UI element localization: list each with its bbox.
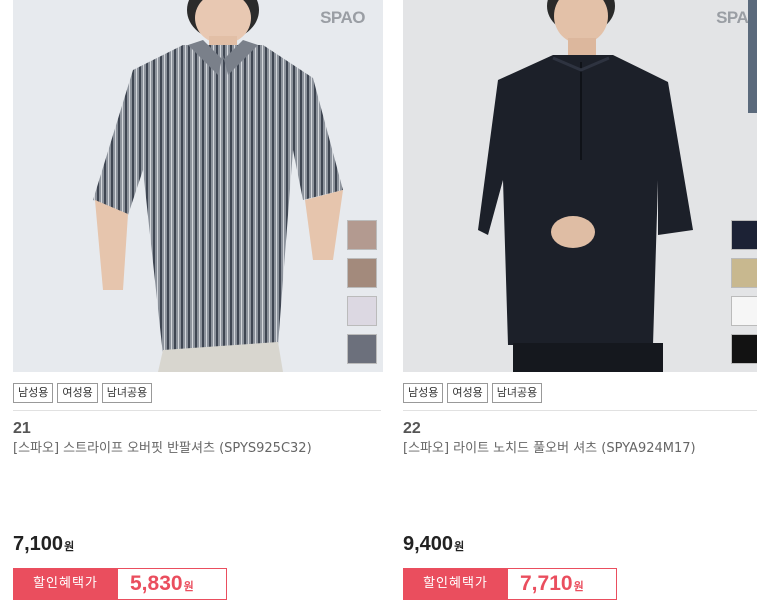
sale-unit: 원 (573, 581, 584, 593)
product-name-link[interactable]: [스파오] 라이트 노치드 풀오버 셔츠 (SPYA924M17) (403, 439, 748, 458)
color-swatch[interactable] (347, 220, 377, 250)
color-swatch[interactable] (731, 220, 757, 250)
discount-label: 할인혜택가 (403, 568, 508, 600)
color-swatch[interactable] (347, 334, 377, 364)
tag-men: 남성용 (13, 383, 54, 403)
price-unit: 원 (64, 541, 75, 553)
product-image[interactable]: SPAO (403, 0, 757, 372)
tag-unisex: 남녀공용 (101, 383, 153, 403)
product-name-link[interactable]: [스파오] 스트라이프 오버핏 반팔셔츠 (SPYS925C32) (13, 439, 358, 458)
sale-amount: 5,830 (130, 572, 183, 595)
discount-label: 할인혜택가 (13, 568, 118, 600)
tag-men: 남성용 (403, 383, 444, 403)
color-swatch[interactable] (731, 258, 757, 288)
original-price: 7,100원 (13, 533, 74, 556)
discount-price: 7,710원 (508, 568, 617, 600)
color-swatches (731, 220, 757, 364)
discount-price: 5,830원 (118, 568, 227, 600)
color-swatches (347, 220, 377, 364)
price-amount: 7,100 (13, 533, 64, 555)
color-swatch[interactable] (347, 296, 377, 326)
tag-women: 여성용 (447, 383, 488, 403)
scrollbar-thumb[interactable] (748, 0, 757, 113)
sale-amount: 7,710 (520, 572, 573, 595)
discount-price-box: 할인혜택가 5,830원 (13, 568, 227, 600)
brand-logo: SPAO (320, 8, 365, 27)
color-swatch[interactable] (731, 296, 757, 326)
divider (13, 410, 381, 411)
divider (403, 410, 757, 411)
model-photo (478, 0, 693, 372)
gender-tags: 남성용 여성용 남녀공용 (13, 383, 383, 403)
color-swatch[interactable] (347, 258, 377, 288)
discount-price-box: 할인혜택가 7,710원 (403, 568, 617, 600)
price-amount: 9,400 (403, 533, 454, 555)
tag-unisex: 남녀공용 (491, 383, 543, 403)
gender-tags: 남성용 여성용 남녀공용 (403, 383, 757, 403)
original-price: 9,400원 (403, 533, 464, 556)
product-card[interactable]: SPAO 남성용 여성용 남녀공용 22 [스파오] 라이트 노치드 풀오버 셔… (403, 0, 757, 600)
sale-unit: 원 (183, 581, 194, 593)
product-image[interactable]: SPAO (13, 0, 383, 372)
product-number: 22 (403, 420, 421, 437)
model-photo (93, 0, 343, 372)
tag-women: 여성용 (57, 383, 98, 403)
price-unit: 원 (454, 541, 465, 553)
product-number: 21 (13, 420, 31, 437)
color-swatch[interactable] (731, 334, 757, 364)
product-card[interactable]: SPAO 남성용 여성용 남녀공용 21 [스파오] 스트라이프 오버핏 반팔셔… (13, 0, 383, 600)
